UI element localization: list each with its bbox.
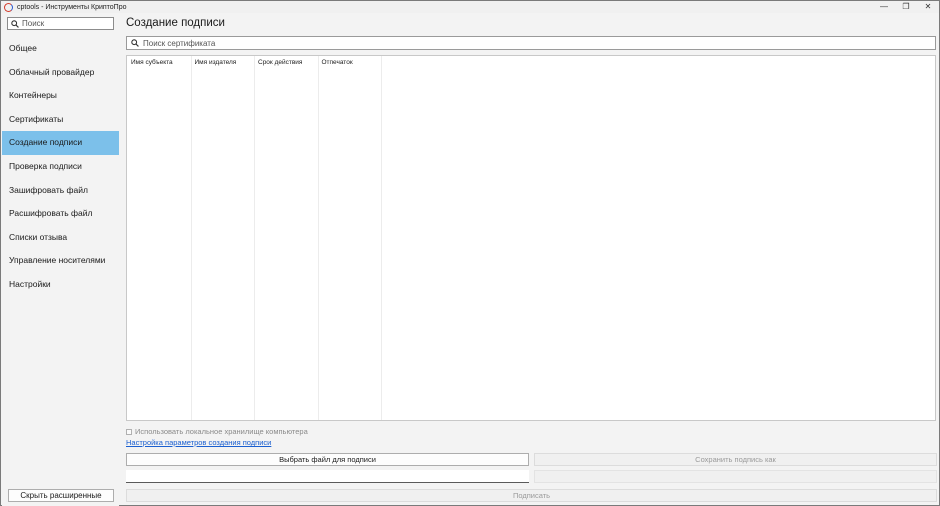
cryptopro-logo-icon (4, 2, 13, 12)
sidebar-item-decrypt-file[interactable]: Расшифровать файл (2, 202, 119, 226)
column-divider (254, 56, 255, 420)
sidebar-nav: Общее Облачный провайдер Контейнеры Серт… (2, 37, 119, 297)
save-signature-button[interactable]: Сохранить подпись как (534, 453, 937, 466)
sidebar-item-media-management[interactable]: Управление носителями (2, 249, 119, 273)
sidebar-item-verify-signature[interactable]: Проверка подписи (2, 155, 119, 179)
certificate-table[interactable]: Имя субъекта Имя издателя Срок действия … (126, 55, 936, 421)
sidebar-item-settings[interactable]: Настройки (2, 273, 119, 297)
hide-advanced-button[interactable]: Скрыть расширенные (8, 489, 114, 502)
certificate-search-input[interactable] (143, 38, 923, 48)
column-divider (317, 56, 319, 420)
column-header-validity[interactable]: Срок действия (254, 56, 318, 70)
maximize-icon[interactable]: ❐ (895, 1, 917, 13)
signature-settings-link[interactable]: Настройка параметров создания подписи (126, 438, 271, 447)
column-header-subject[interactable]: Имя субъекта (127, 56, 191, 70)
title-bar[interactable]: cptools - Инструменты КриптоПро — ❐ ✕ (1, 1, 939, 13)
sidebar-item-create-signature[interactable]: Создание подписи (2, 131, 119, 155)
sidebar-item-revocation-lists[interactable]: Списки отзыва (2, 226, 119, 250)
signature-path-field[interactable] (534, 470, 937, 483)
app-window: cptools - Инструменты КриптоПро — ❐ ✕ Об… (0, 0, 940, 506)
window-title: cptools - Инструменты КриптоПро (17, 3, 127, 11)
sidebar-item-containers[interactable]: Контейнеры (2, 84, 119, 108)
search-icon (11, 19, 19, 28)
sidebar-item-encrypt-file[interactable]: Зашифровать файл (2, 179, 119, 203)
sidebar: Общее Облачный провайдер Контейнеры Серт… (2, 14, 119, 506)
page-title: Создание подписи (126, 17, 225, 29)
certificate-search-box[interactable] (126, 36, 936, 50)
use-local-store-checkbox[interactable] (126, 428, 132, 435)
file-path-field[interactable] (126, 470, 529, 483)
sidebar-search-input[interactable] (22, 18, 112, 29)
minimize-icon[interactable]: — (873, 1, 895, 13)
column-header-issuer[interactable]: Имя издателя (191, 56, 255, 70)
sidebar-item-cloud-provider[interactable]: Облачный провайдер (2, 61, 119, 85)
sidebar-item-general[interactable]: Общее (2, 37, 119, 61)
column-divider (190, 56, 192, 420)
window-controls: — ❐ ✕ (873, 1, 939, 13)
column-header-thumbprint[interactable]: Отпечаток (318, 56, 382, 70)
use-local-store-label: Использовать локальное хранилище компьют… (135, 427, 308, 436)
choose-file-button[interactable]: Выбрать файл для подписи (126, 453, 529, 466)
main-panel: Создание подписи Имя субъекта Имя издате… (119, 14, 940, 506)
use-local-store-option: Использовать локальное хранилище компьют… (126, 427, 308, 436)
sidebar-search-box[interactable] (7, 17, 114, 30)
sidebar-item-certificates[interactable]: Сертификаты (2, 108, 119, 132)
close-icon[interactable]: ✕ (917, 1, 939, 13)
sign-button[interactable]: Подписать (126, 489, 937, 502)
column-divider (381, 56, 382, 420)
search-icon (131, 39, 139, 47)
